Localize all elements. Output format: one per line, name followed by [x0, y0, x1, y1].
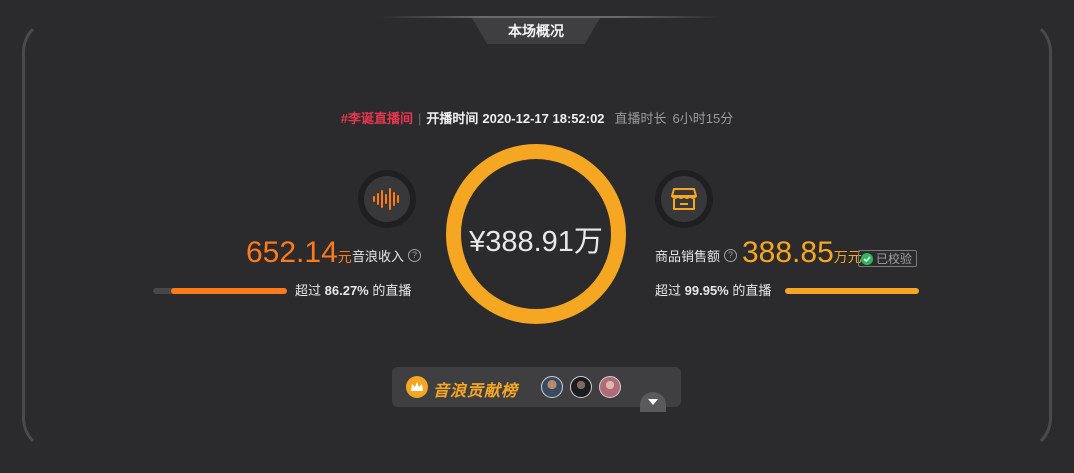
start-time-label: 开播时间	[426, 111, 479, 126]
crown-icon	[406, 376, 428, 398]
avatar[interactable]	[541, 376, 563, 398]
store-icon-badge	[655, 170, 713, 228]
sound-wave-income-value: 652.14元	[246, 236, 352, 269]
chevron-down-icon	[648, 399, 658, 405]
verified-badge: 已校验	[858, 250, 918, 267]
sound-wave-income-label: 音浪收入 ?	[352, 246, 422, 265]
duration-label: 直播时长	[614, 111, 667, 126]
product-sales-rank-bar-fill	[785, 288, 919, 294]
product-sales-label: 商品销售额 ?	[655, 246, 738, 265]
sound-wave-rank-bar-fill	[171, 288, 287, 294]
sound-wave-income-unit: 元	[337, 249, 352, 265]
verified-label: 已校验	[876, 252, 913, 266]
sound-wave-income-label-text: 音浪收入	[352, 249, 405, 264]
page-title: 本场概况	[508, 23, 564, 39]
rank-suffix: 的直播	[372, 283, 412, 298]
sound-wave-icon	[373, 188, 399, 210]
total-value: ¥388.91万	[469, 226, 603, 258]
avatar[interactable]	[570, 376, 592, 398]
frame-top-line	[380, 16, 720, 18]
divider: |	[417, 111, 422, 126]
contribution-ranking-label: 音浪贡献榜	[433, 383, 519, 400]
question-icon[interactable]: ?	[724, 249, 738, 262]
rank-percent: 99.95%	[684, 283, 729, 298]
question-icon[interactable]: ?	[408, 249, 422, 262]
start-time-value: 2020-12-17 18:52:02	[482, 111, 605, 126]
avatar[interactable]	[599, 376, 621, 398]
expand-button[interactable]	[640, 392, 666, 412]
duration-value: 6小时15分	[672, 111, 734, 126]
rank-suffix: 的直播	[732, 283, 772, 298]
product-sales-rank-text: 超过 99.95% 的直播	[655, 280, 771, 299]
rank-prefix: 超过	[655, 283, 682, 298]
shield-check-icon	[861, 252, 873, 265]
product-sales-label-text: 商品销售额	[655, 249, 721, 264]
product-sales-value: 388.85万元	[742, 236, 862, 269]
store-icon	[671, 188, 697, 210]
sound-wave-rank-text: 超过 86.27% 的直播	[295, 280, 411, 299]
sound-wave-icon-badge	[358, 170, 416, 228]
overview-panel: 本场概况 #李诞直播间 | 开播时间 2020-12-17 18:52:02 直播时长 6…	[0, 0, 1074, 473]
room-hashtag[interactable]: #李诞直播间	[341, 111, 413, 126]
sound-wave-rank-bar	[153, 288, 287, 294]
rank-percent: 86.27%	[324, 283, 369, 298]
product-sales-rank-bar	[785, 288, 919, 294]
live-info-line: #李诞直播间 | 开播时间 2020-12-17 18:52:02 直播时长 6小时15分	[0, 108, 1074, 127]
rank-prefix: 超过	[295, 283, 322, 298]
